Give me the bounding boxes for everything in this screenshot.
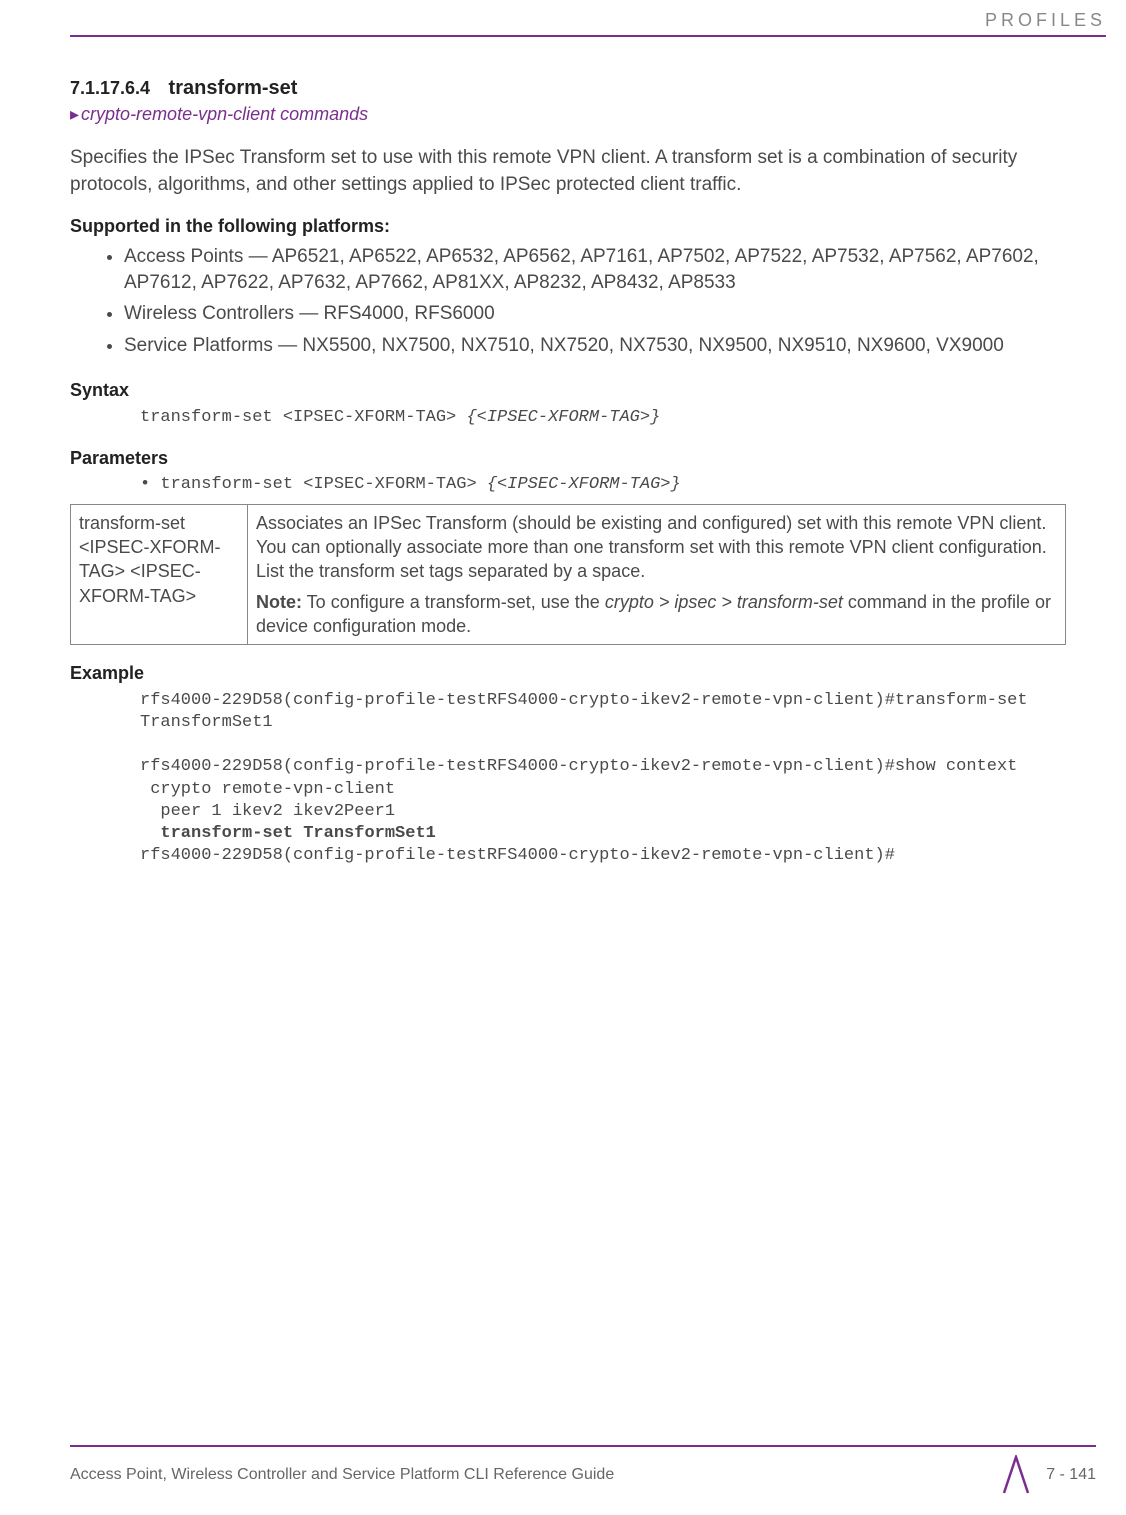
footer-row: Access Point, Wireless Controller and Se… bbox=[70, 1455, 1096, 1495]
param-name-cell: transform-set <IPSEC-XFORM-TAG> <IPSEC-X… bbox=[71, 504, 248, 644]
breadcrumb-arrow-icon: ▸ bbox=[70, 104, 79, 124]
page-number: 7 - 141 bbox=[1046, 1466, 1096, 1484]
param-bullet-plain: • transform-set <IPSEC-XFORM-TAG> bbox=[140, 475, 487, 494]
example-line: rfs4000-229D58(config-profile-testRFS400… bbox=[140, 846, 895, 865]
syntax-plain: transform-set <IPSEC-XFORM-TAG> bbox=[140, 408, 466, 427]
supported-heading: Supported in the following platforms: bbox=[70, 216, 1066, 237]
note-label: Note: bbox=[256, 592, 302, 612]
footer-right: 7 - 141 bbox=[1002, 1455, 1096, 1495]
syntax-italic: {<IPSEC-XFORM-TAG>} bbox=[466, 408, 660, 427]
param-note: Note: To configure a transform-set, use … bbox=[256, 590, 1057, 639]
page-content: 7.1.17.6.4 transform-set ▸crypto-remote-… bbox=[0, 37, 1126, 867]
note-cmd: crypto > ipsec > transform-set bbox=[605, 592, 843, 612]
footer-rule bbox=[70, 1445, 1096, 1447]
parameters-bullet: • transform-set <IPSEC-XFORM-TAG> {<IPSE… bbox=[140, 475, 1066, 494]
list-item: Access Points — AP6521, AP6522, AP6532, … bbox=[124, 241, 1066, 298]
syntax-code: transform-set <IPSEC-XFORM-TAG> {<IPSEC-… bbox=[140, 407, 1066, 430]
breadcrumb-text: crypto-remote-vpn-client commands bbox=[81, 104, 368, 124]
param-desc-text: Associates an IPSec Transform (should be… bbox=[256, 511, 1057, 584]
syntax-heading: Syntax bbox=[70, 380, 1066, 401]
example-line: rfs4000-229D58(config-profile-testRFS400… bbox=[140, 691, 1038, 732]
running-header: PROFILES bbox=[0, 0, 1126, 35]
wing-logo-icon bbox=[1002, 1455, 1030, 1495]
example-line: rfs4000-229D58(config-profile-testRFS400… bbox=[140, 757, 1017, 776]
example-line-bold: transform-set TransformSet1 bbox=[140, 824, 436, 843]
intro-paragraph: Specifies the IPSec Transform set to use… bbox=[70, 145, 1066, 198]
param-desc-cell: Associates an IPSec Transform (should be… bbox=[248, 504, 1066, 644]
list-item: Service Platforms — NX5500, NX7500, NX75… bbox=[124, 330, 1066, 362]
example-code: rfs4000-229D58(config-profile-testRFS400… bbox=[140, 690, 1066, 867]
breadcrumb: ▸crypto-remote-vpn-client commands bbox=[70, 104, 1066, 125]
note-prefix: To configure a transform-set, use the bbox=[302, 592, 605, 612]
page-footer: Access Point, Wireless Controller and Se… bbox=[0, 1445, 1126, 1495]
footer-guide-title: Access Point, Wireless Controller and Se… bbox=[70, 1466, 614, 1484]
supported-list: Access Points — AP6521, AP6522, AP6532, … bbox=[70, 241, 1066, 362]
example-line: crypto remote-vpn-client bbox=[140, 780, 395, 799]
example-line: peer 1 ikev2 ikev2Peer1 bbox=[140, 802, 395, 821]
table-row: transform-set <IPSEC-XFORM-TAG> <IPSEC-X… bbox=[71, 504, 1066, 644]
example-heading: Example bbox=[70, 663, 1066, 684]
section-title: transform-set bbox=[169, 77, 298, 99]
parameters-table: transform-set <IPSEC-XFORM-TAG> <IPSEC-X… bbox=[70, 504, 1066, 645]
section-number: 7.1.17.6.4 bbox=[70, 78, 150, 98]
parameters-heading: Parameters bbox=[70, 448, 1066, 469]
list-item: Wireless Controllers — RFS4000, RFS6000 bbox=[124, 298, 1066, 330]
param-bullet-italic: {<IPSEC-XFORM-TAG>} bbox=[487, 475, 681, 494]
section-heading: 7.1.17.6.4 transform-set bbox=[70, 77, 1066, 100]
